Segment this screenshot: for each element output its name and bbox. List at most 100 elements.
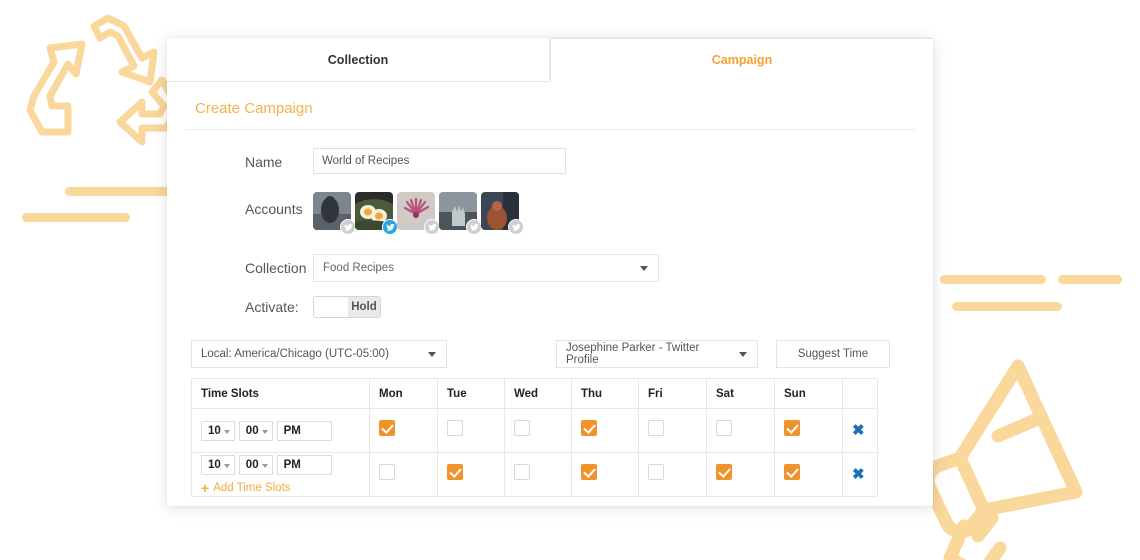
timezone-select[interactable]: Local: America/Chicago (UTC-05:00)	[191, 340, 447, 368]
checkbox-wed[interactable]	[514, 420, 530, 436]
column-sun: Sun	[774, 378, 843, 409]
decor-bar-right-1	[940, 275, 1046, 284]
account-avatar-1[interactable]	[313, 192, 356, 235]
day-cell-thu	[571, 408, 639, 453]
table-row: 10 00 PM	[191, 408, 878, 453]
checkbox-sun[interactable]	[784, 420, 800, 436]
checkbox-tue[interactable]	[447, 420, 463, 436]
tab-collection[interactable]: Collection	[167, 38, 550, 82]
plus-icon: +	[201, 479, 210, 496]
collection-select[interactable]: Food Recipes	[313, 254, 659, 282]
minute-value: 00	[245, 424, 259, 437]
account-avatar-2[interactable]	[355, 192, 398, 235]
chevron-down-icon	[428, 352, 436, 357]
megaphone-icon	[920, 340, 1120, 560]
chevron-down-icon	[739, 352, 747, 357]
chevron-down-icon	[261, 429, 268, 434]
scheduler-toolbar: Local: America/Chicago (UTC-05:00) Josep…	[191, 340, 909, 368]
decor-bar-right-2	[1058, 275, 1122, 284]
day-cell-tue	[437, 452, 505, 497]
accounts-label: Accounts	[245, 201, 303, 217]
remove-cell: ✖	[842, 408, 878, 453]
day-cell-sat	[706, 452, 775, 497]
card-body: Create Campaign Name Accounts	[167, 82, 933, 497]
checkbox-tue[interactable]	[447, 464, 463, 480]
column-tue: Tue	[437, 378, 505, 409]
column-actions	[842, 378, 878, 409]
meridiem-select[interactable]: PM	[276, 454, 332, 475]
checkbox-fri[interactable]	[648, 420, 664, 436]
recycle-icon	[24, 10, 184, 180]
name-input[interactable]	[313, 148, 566, 174]
twitter-icon	[466, 219, 482, 235]
account-avatar-5[interactable]	[481, 192, 524, 235]
day-cell-tue	[437, 408, 505, 453]
checkbox-sun[interactable]	[784, 464, 800, 480]
twitter-icon	[382, 219, 398, 235]
page-title: Create Campaign	[185, 82, 915, 130]
profile-select[interactable]: Josephine Parker - Twitter Profile	[556, 340, 758, 368]
tab-collection-label: Collection	[327, 52, 389, 67]
day-cell-wed	[504, 408, 572, 453]
tab-campaign-label: Campaign	[711, 53, 773, 67]
hour-select[interactable]: 10	[201, 454, 235, 475]
day-cell-sat	[706, 408, 775, 453]
account-avatar-4[interactable]	[439, 192, 482, 235]
activate-toggle[interactable]: Hold	[313, 296, 381, 318]
column-fri: Fri	[638, 378, 707, 409]
checkbox-wed[interactable]	[514, 464, 530, 480]
chevron-down-icon	[223, 429, 230, 434]
hour-value: 10	[208, 424, 221, 437]
checkbox-sat[interactable]	[716, 464, 732, 480]
profile-select-value: Josephine Parker - Twitter Profile	[566, 342, 700, 366]
time-slot-cell: 10 00 PM	[191, 408, 370, 453]
column-wed: Wed	[504, 378, 572, 409]
add-time-slots-label: Add Time Slots	[213, 481, 291, 494]
minute-select[interactable]: 00	[238, 454, 273, 475]
column-mon: Mon	[369, 378, 438, 409]
add-time-slots-button[interactable]: + Add Time Slots	[201, 481, 369, 495]
checkbox-sat[interactable]	[716, 420, 732, 436]
decor-bar-right-3	[952, 302, 1062, 311]
form-row-name: Name	[185, 148, 915, 176]
checkbox-thu[interactable]	[581, 420, 597, 436]
minute-select[interactable]: 00	[238, 420, 273, 441]
activate-label: Activate:	[245, 299, 299, 315]
close-icon[interactable]: ✖	[852, 467, 865, 482]
checkbox-thu[interactable]	[581, 464, 597, 480]
form-row-activate: Activate: Hold	[185, 296, 915, 318]
form-row-collection: Collection Food Recipes	[185, 254, 915, 282]
meridiem-value: PM	[283, 458, 301, 471]
collection-label: Collection	[245, 260, 307, 276]
column-thu: Thu	[571, 378, 639, 409]
hour-select[interactable]: 10	[201, 420, 235, 441]
screen: Collection Campaign Create Campaign Name	[0, 0, 1140, 560]
toggle-knob	[314, 297, 348, 317]
campaign-card: Collection Campaign Create Campaign Name	[167, 38, 933, 506]
table-row: 10 00 PM	[191, 452, 878, 497]
tab-campaign[interactable]: Campaign	[550, 38, 933, 82]
checkbox-mon[interactable]	[379, 464, 395, 480]
minute-value: 00	[245, 458, 259, 471]
account-avatar-list	[313, 190, 915, 235]
chevron-down-icon	[640, 266, 648, 271]
day-cell-sun	[774, 408, 843, 453]
twitter-icon	[340, 219, 356, 235]
meridiem-value: PM	[283, 424, 301, 437]
name-label: Name	[245, 154, 283, 170]
account-avatar-3[interactable]	[397, 192, 440, 235]
close-icon[interactable]: ✖	[852, 423, 865, 438]
checkbox-fri[interactable]	[648, 464, 664, 480]
twitter-icon	[508, 219, 524, 235]
meridiem-select[interactable]: PM	[276, 420, 332, 441]
day-cell-wed	[504, 452, 572, 497]
suggest-time-button[interactable]: Suggest Time	[776, 340, 890, 368]
day-cell-mon	[369, 408, 438, 453]
table-header-row: Time Slots Mon Tue Wed Thu Fri Sat Sun	[191, 378, 878, 409]
time-picker: 10 00 PM	[201, 454, 369, 475]
campaign-form: Name Accounts	[185, 130, 915, 332]
decor-bar-left-2	[22, 213, 130, 222]
tab-bar: Collection Campaign	[167, 38, 933, 82]
timezone-select-value: Local: America/Chicago (UTC-05:00)	[201, 348, 389, 360]
checkbox-mon[interactable]	[379, 420, 395, 436]
